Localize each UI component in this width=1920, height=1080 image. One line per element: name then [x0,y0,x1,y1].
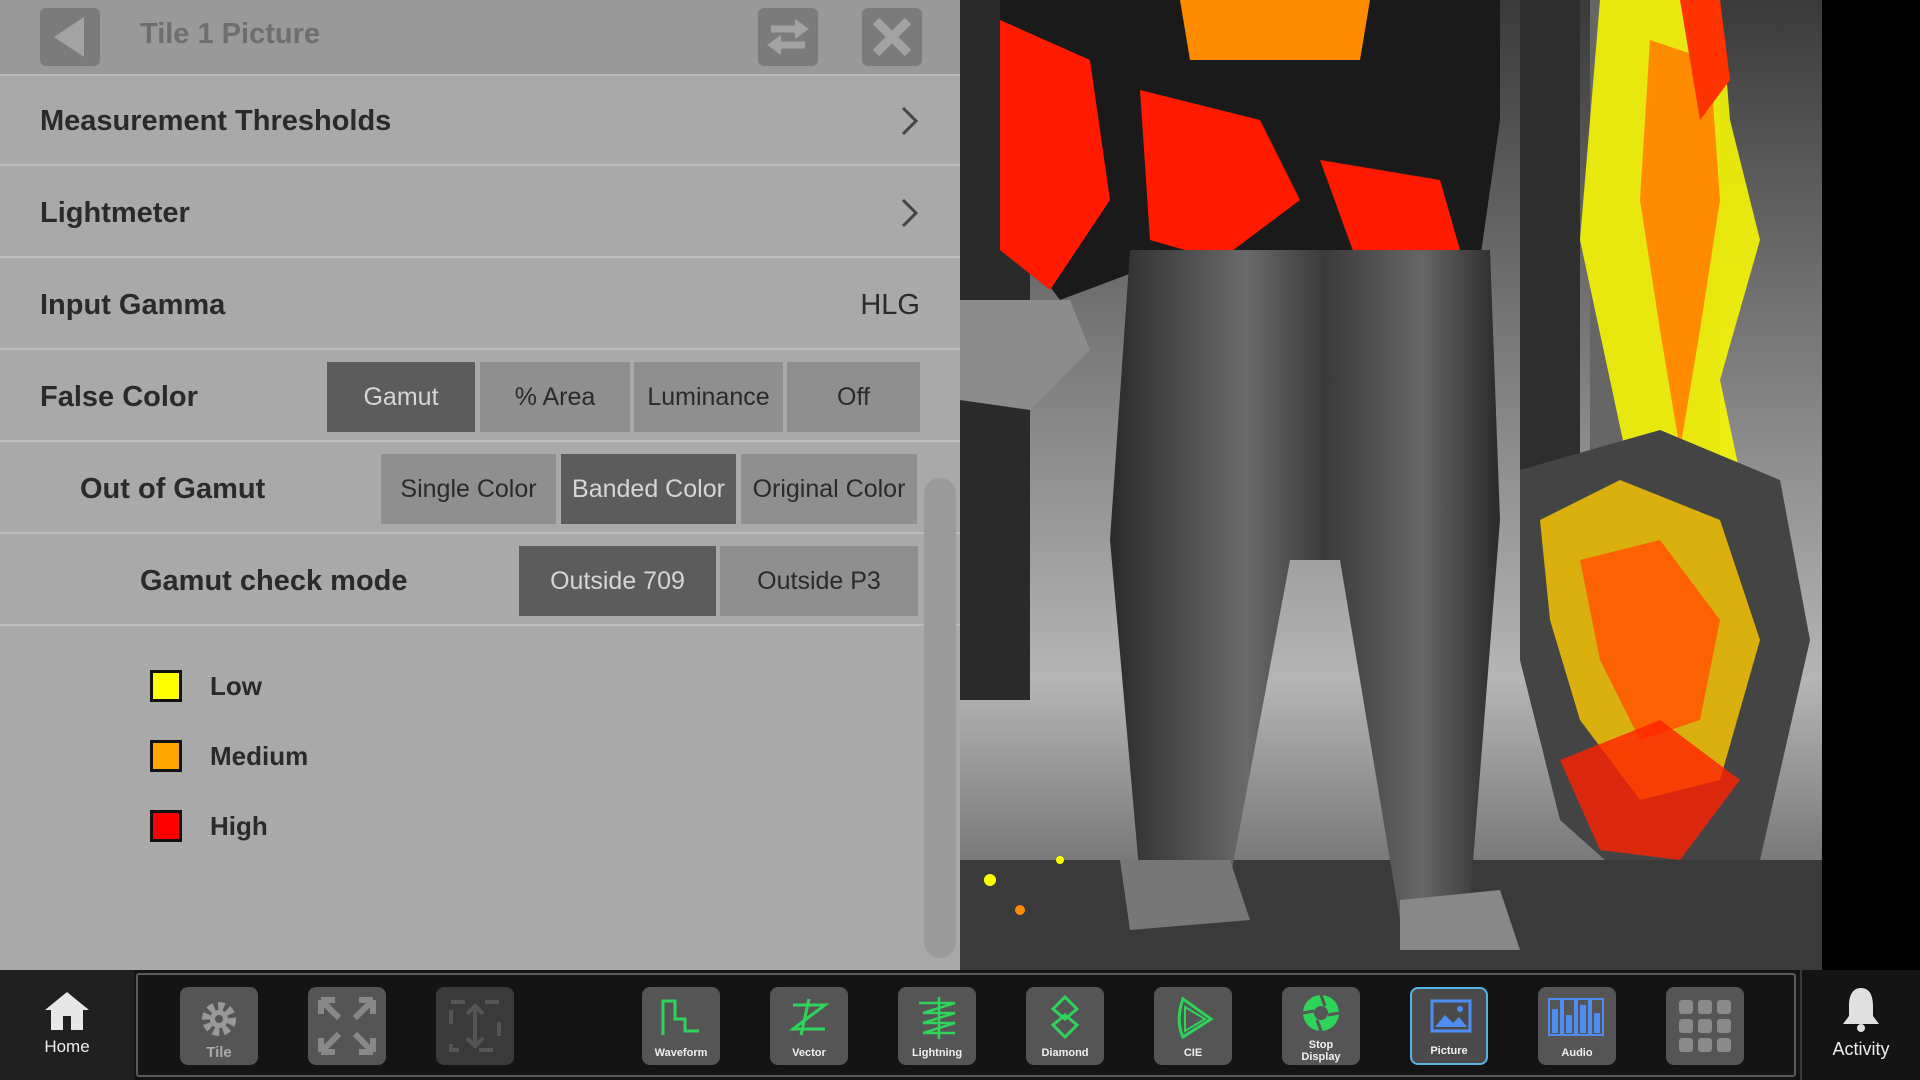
activity-label: Activity [1832,1039,1890,1059]
waveform-icon [661,999,699,1035]
cie-icon [1177,996,1214,1039]
single-color-button[interactable]: Single Color [381,454,556,524]
diamond-button[interactable]: Diamond [1026,987,1104,1065]
chevron-right-icon [901,106,919,136]
measurement-thresholds-row[interactable]: Measurement Thresholds [0,76,960,166]
bell-icon [1843,988,1879,1032]
grid-icon [1679,1000,1731,1052]
home-button[interactable]: Home [0,970,134,1080]
expand-icon [318,997,376,1055]
close-button[interactable] [862,8,922,66]
picture-image [960,0,1822,970]
scrollbar[interactable] [924,478,956,958]
tool-label: Stop Display [1301,1039,1341,1063]
lightmeter-label: Lightmeter [40,197,190,229]
gamut-check-mode-label: Gamut check mode [140,565,408,597]
gamut-check-mode-row: Gamut check mode Outside 709 Outside P3 [0,536,960,626]
diamond-icon [1050,995,1080,1039]
tile-settings-button[interactable]: Tile [180,987,258,1065]
apps-grid-button[interactable] [1666,987,1744,1065]
tool-label: Audio [1561,1047,1593,1059]
high-color-swatch [150,810,182,842]
lightmeter-row[interactable]: Lightmeter [0,168,960,258]
false-color-area-button[interactable]: % Area [480,362,630,432]
out-of-gamut-row: Out of Gamut Single Color Banded Color O… [0,444,960,534]
bottom-toolbar: Home Tile Waveform Vector Lightning Diam… [0,970,1920,1080]
waveform-button[interactable]: Waveform [642,987,720,1065]
aperture-icon [1302,994,1340,1032]
false-color-off-button[interactable]: Off [787,362,920,432]
chevron-right-icon [901,198,919,228]
low-color-swatch [150,670,182,702]
false-color-label: False Color [40,381,198,413]
page-title: Tile 1 Picture [140,18,320,50]
picture-button[interactable]: Picture [1410,987,1488,1065]
audio-meter-icon [1548,998,1604,1036]
stop-display-button[interactable]: Stop Display [1282,987,1360,1065]
tool-label: Lightning [911,1047,963,1059]
false-color-gamut-button[interactable]: Gamut [327,362,475,432]
tool-label: Diamond [1041,1047,1089,1059]
outside-p3-button[interactable]: Outside P3 [720,546,918,616]
picture-icon [1430,999,1472,1033]
cie-button[interactable]: CIE [1154,987,1232,1065]
out-of-gamut-label: Out of Gamut [80,473,266,505]
lightning-icon [919,997,956,1039]
false-color-luminance-button[interactable]: Luminance [634,362,783,432]
audio-button[interactable]: Audio [1538,987,1616,1065]
input-gamma-value: HLG [860,289,920,321]
settings-panel: Tile 1 Picture Measurement Thresholds Li… [0,0,960,970]
move-vertical-icon [449,1000,501,1052]
swap-arrows-icon [767,19,809,55]
lightning-button[interactable]: Lightning [898,987,976,1065]
outside-709-button[interactable]: Outside 709 [519,546,716,616]
home-label: Home [44,1037,90,1056]
legend-label: High [210,811,268,841]
legend-label: Low [210,671,262,701]
fullscreen-button[interactable] [308,987,386,1065]
original-color-button[interactable]: Original Color [741,454,917,524]
input-gamma-label: Input Gamma [40,289,226,321]
tool-strip: Tile Waveform Vector Lightning Diamond C… [136,973,1796,1077]
vector-icon [788,998,830,1036]
tool-label: Waveform [654,1047,708,1059]
gear-icon [202,1002,236,1036]
panel-titlebar: Tile 1 Picture [0,0,960,76]
legend-label: Medium [210,741,309,771]
measurement-thresholds-label: Measurement Thresholds [40,105,392,137]
swap-button[interactable] [758,8,818,66]
tool-label: Vector [792,1047,826,1059]
false-color-row: False Color Gamut % Area Luminance Off [0,352,960,442]
activity-button[interactable]: Activity [1800,970,1920,1080]
tool-label: CIE [1183,1047,1203,1059]
picture-margin [1822,0,1920,970]
medium-color-swatch [150,740,182,772]
back-button[interactable] [40,8,100,66]
home-icon [45,992,89,1030]
banded-color-button[interactable]: Banded Color [561,454,736,524]
tile-label: Tile [206,1044,232,1061]
swap-tile-button[interactable] [436,987,514,1065]
false-color-picture [960,0,1822,970]
input-gamma-row[interactable]: Input Gamma HLG [0,260,960,350]
close-icon [872,17,912,57]
back-arrow-icon [54,17,84,57]
tool-label: Picture [1430,1045,1468,1057]
vector-button[interactable]: Vector [770,987,848,1065]
